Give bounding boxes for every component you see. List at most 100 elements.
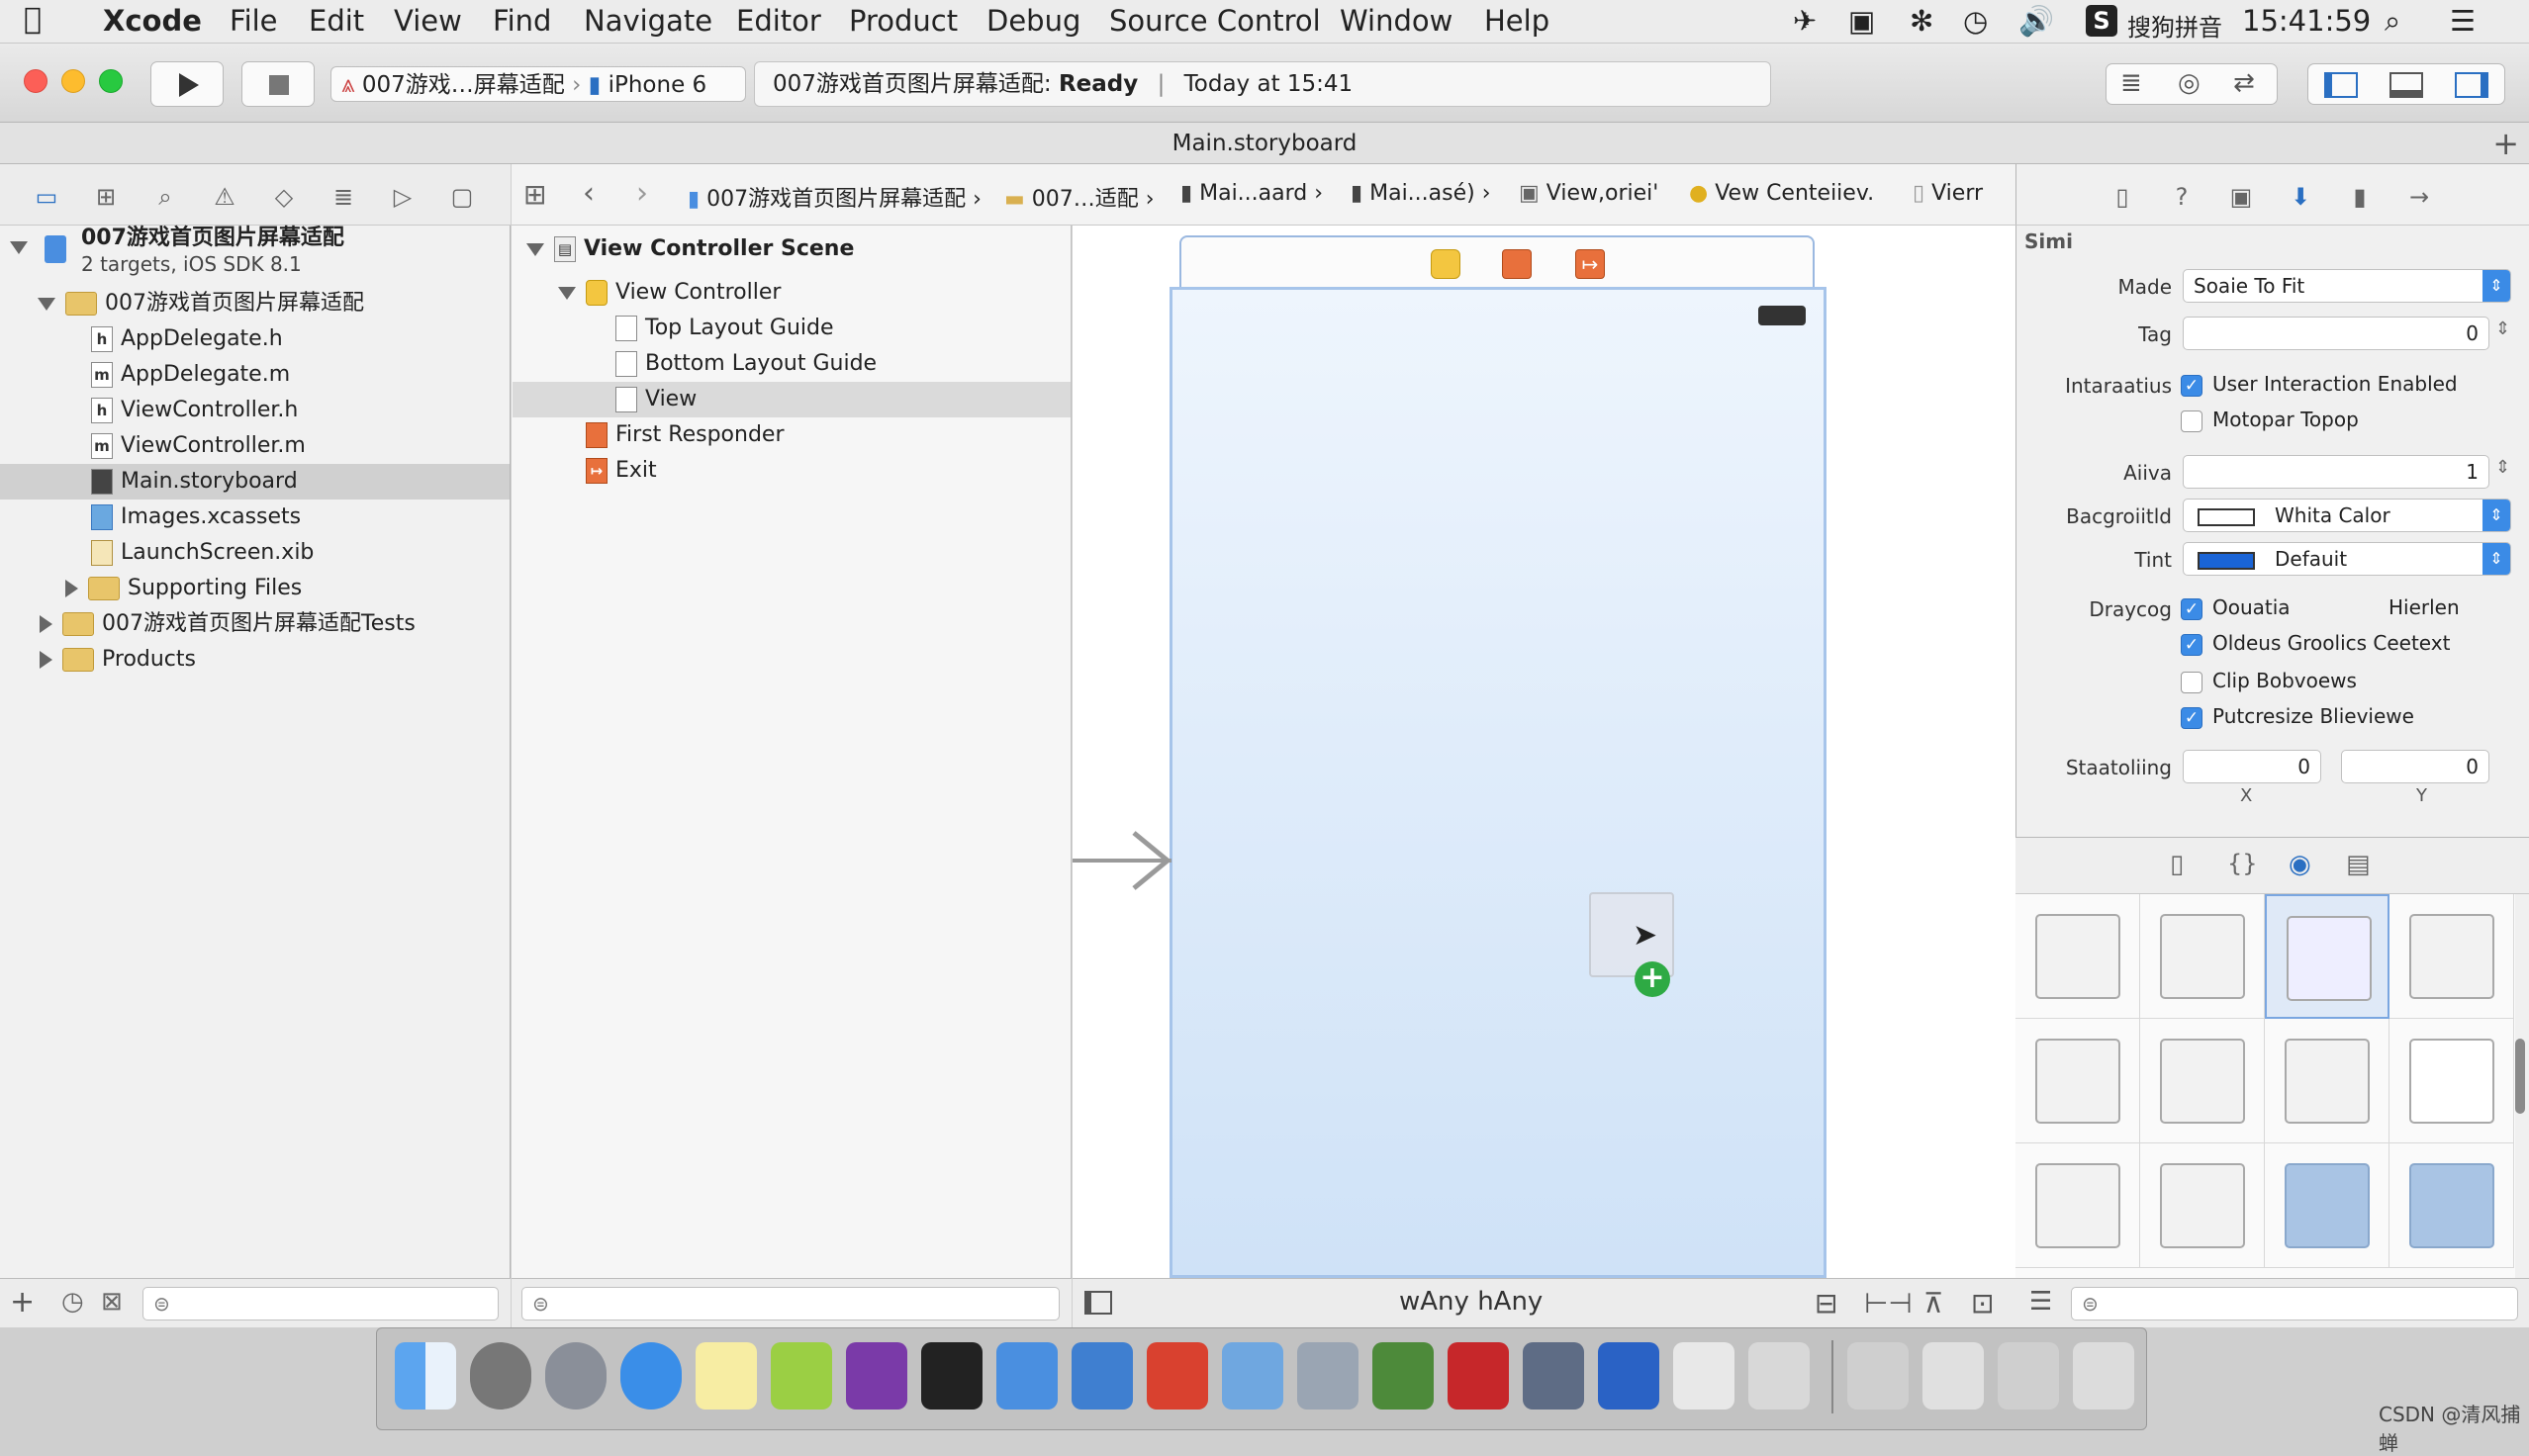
test-navigator-icon[interactable]: ◇ xyxy=(269,184,299,210)
finder-icon[interactable] xyxy=(395,1342,456,1410)
xcode-icon[interactable] xyxy=(996,1342,1058,1410)
outline-exit[interactable]: ↦ Exit xyxy=(586,453,657,489)
outline-top-layout-guide[interactable]: Top Layout Guide xyxy=(615,311,834,346)
menu-file[interactable]: File xyxy=(230,4,278,38)
menu-help[interactable]: Help xyxy=(1484,4,1549,38)
group-tests[interactable]: 007游戏首页图片屏幕适配Tests xyxy=(40,606,416,642)
resizing-behavior-icon[interactable]: ⊡ xyxy=(1971,1287,1994,1320)
group-products[interactable]: Products xyxy=(40,642,196,678)
library-visual-effect-view[interactable] xyxy=(2265,1143,2389,1268)
size-class-selector[interactable]: wAny hAny xyxy=(1399,1287,1543,1317)
standard-editor-icon[interactable]: ≣ xyxy=(2120,68,2142,98)
disclosure-right-icon[interactable] xyxy=(40,615,52,633)
library-collection-reusable-view[interactable] xyxy=(2140,1019,2265,1143)
clears-context-checkbox[interactable]: ✓ Oldeus Groolics Ceetext xyxy=(2181,629,2450,657)
list-view-toggle-icon[interactable]: ☰ xyxy=(2029,1287,2052,1317)
tint-color-select[interactable]: Defauit ⇕ xyxy=(2183,542,2511,576)
outline-toggle-icon[interactable] xyxy=(1084,1291,1112,1315)
menu-view[interactable]: View xyxy=(394,4,462,38)
media-library-icon[interactable]: ▤ xyxy=(2346,850,2371,879)
xcode-alt-icon[interactable] xyxy=(1072,1342,1133,1410)
terminal-icon[interactable] xyxy=(921,1342,983,1410)
issue-navigator-icon[interactable]: ⚠ xyxy=(210,184,239,210)
file-inspector-icon[interactable]: ▯ xyxy=(2108,184,2137,210)
disclosure-down-icon[interactable] xyxy=(10,241,28,254)
trash-icon[interactable] xyxy=(2073,1342,2134,1410)
size-inspector-icon[interactable]: ▮ xyxy=(2345,184,2375,210)
file-row[interactable]: h AppDelegate.h xyxy=(91,321,283,357)
library-filter-input[interactable]: ⊜ xyxy=(2071,1287,2518,1320)
alpha-field[interactable]: 1 xyxy=(2183,455,2489,489)
wps-icon[interactable] xyxy=(1147,1342,1208,1410)
debug-area-toggle-icon[interactable] xyxy=(2389,72,2423,98)
jump-item[interactable]: ▮ Mai...aard › xyxy=(1180,181,1323,206)
sogou-icon[interactable]: S xyxy=(2086,5,2117,37)
textedit-icon[interactable] xyxy=(1673,1342,1734,1410)
library-table-view-cell[interactable] xyxy=(2140,894,2265,1019)
file-row[interactable]: m ViewController.m xyxy=(91,428,306,464)
add-file-icon[interactable]: + xyxy=(10,1285,35,1320)
utilities-toggle-icon[interactable] xyxy=(2455,72,2488,98)
add-tab-icon[interactable]: + xyxy=(2492,123,2519,164)
stretching-y-field[interactable]: 0 xyxy=(2341,750,2489,783)
menu-window[interactable]: Window xyxy=(1340,4,1452,38)
exit-icon[interactable]: ↦ xyxy=(1575,249,1605,279)
breakpoint-navigator-icon[interactable]: ▷ xyxy=(388,184,418,210)
notification-center-icon[interactable]: ☰ xyxy=(2450,4,2476,38)
scissors-icon[interactable] xyxy=(1222,1342,1283,1410)
jump-item[interactable]: ▬ 007…适配 › xyxy=(1004,181,1155,213)
minimize-window-button[interactable] xyxy=(61,69,85,93)
code-snippet-library-icon[interactable]: {} xyxy=(2227,850,2258,877)
resolve-issues-icon[interactable]: ⊼ xyxy=(1923,1287,1944,1320)
folder-navigator-icon[interactable]: ▭ xyxy=(32,184,61,210)
stop-button[interactable] xyxy=(241,61,315,107)
mode-select[interactable]: Soaie To Fit ⇕ xyxy=(2183,269,2511,303)
library-image-view[interactable] xyxy=(2265,894,2389,1019)
attributes-inspector-icon[interactable]: ⬇ xyxy=(2286,184,2315,210)
align-icon[interactable]: ⊟ xyxy=(1815,1287,1837,1320)
airplane-icon[interactable]: ✈ xyxy=(1793,4,1817,38)
disclosure-down-icon[interactable] xyxy=(38,297,55,311)
input-method-label[interactable]: 搜狗拼音 xyxy=(2127,8,2222,43)
minimized-window-icon[interactable] xyxy=(1998,1342,2059,1410)
safari-icon[interactable] xyxy=(620,1342,682,1410)
object-library-icon[interactable]: ◉ xyxy=(2289,850,2311,879)
minimized-window-icon[interactable] xyxy=(1922,1342,1984,1410)
group-supporting-files[interactable]: Supporting Files xyxy=(65,571,302,606)
user-interaction-checkbox[interactable]: ✓ User Interaction Enabled xyxy=(2181,370,2458,398)
notes-icon[interactable] xyxy=(696,1342,757,1410)
autoresize-subviews-checkbox[interactable]: ✓ Putcresize Blieviewe xyxy=(2181,702,2414,730)
menu-product[interactable]: Product xyxy=(849,4,958,38)
jump-item[interactable]: ▣ View,oriei' xyxy=(1519,181,1658,206)
disclosure-down-icon[interactable] xyxy=(558,286,576,300)
navigator-filter-input[interactable]: ⊜ xyxy=(142,1287,499,1320)
volume-icon[interactable]: 🔊 xyxy=(2018,4,2054,39)
back-icon[interactable]: ‹ xyxy=(583,176,595,211)
time-machine-icon[interactable]: ◷ xyxy=(1963,4,1988,38)
file-row-selected[interactable]: Main.storyboard xyxy=(91,464,298,500)
sublime-icon[interactable] xyxy=(1523,1342,1584,1410)
library-date-picker[interactable] xyxy=(2015,1143,2140,1268)
jump-item[interactable]: ● Vew Centeiiev. xyxy=(1689,181,1874,206)
stretching-x-field[interactable]: 0 xyxy=(2183,750,2321,783)
library-scrollbar[interactable] xyxy=(2515,1039,2525,1114)
debug-navigator-icon[interactable]: ≣ xyxy=(328,184,358,210)
jump-item[interactable]: ▮ 007游戏首页图片屏幕适配 › xyxy=(688,181,982,213)
system-preferences-icon[interactable] xyxy=(470,1342,531,1410)
apple-menu-icon[interactable]:  xyxy=(24,2,42,37)
jump-item[interactable]: ▯ Vierr xyxy=(1913,181,1983,206)
file-row[interactable]: m AppDelegate.m xyxy=(91,357,290,393)
fluid-icon[interactable] xyxy=(1372,1342,1434,1410)
menu-source-control[interactable]: Source Control xyxy=(1109,4,1321,38)
outline-filter-input[interactable]: ⊜ xyxy=(521,1287,1060,1320)
camera-icon[interactable]: ▣ xyxy=(1848,4,1875,38)
library-view[interactable] xyxy=(2389,1019,2514,1143)
clip-subviews-checkbox[interactable]: Clip Bobvoews xyxy=(2181,667,2357,694)
minimized-window-icon[interactable] xyxy=(1847,1342,1909,1410)
run-button[interactable] xyxy=(150,61,224,107)
forward-icon[interactable]: › xyxy=(636,176,648,211)
menu-editor[interactable]: Editor xyxy=(736,4,821,38)
library-text-view[interactable] xyxy=(2265,1019,2389,1143)
menu-clock[interactable]: 15:41:59 xyxy=(2242,4,2371,38)
tab-main-storyboard[interactable]: Main.storyboard xyxy=(1172,131,1358,156)
